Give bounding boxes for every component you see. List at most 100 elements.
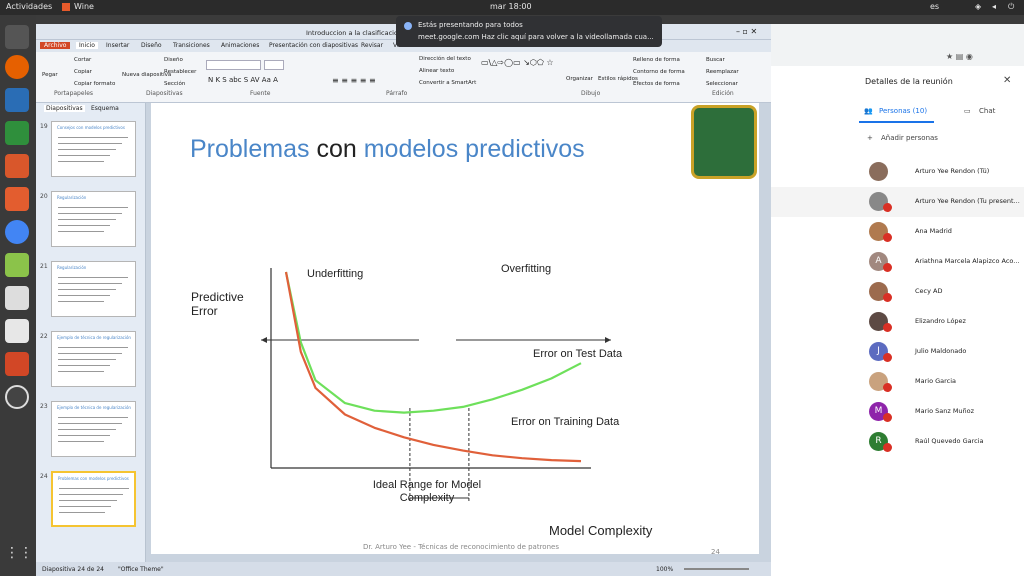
zoom-level[interactable]: 100% xyxy=(656,566,673,573)
select-button[interactable]: Seleccionar xyxy=(706,81,738,87)
clock[interactable]: mar 18:00 xyxy=(490,2,532,11)
participant-row[interactable]: Mario Garcia xyxy=(771,367,1024,397)
participant-row[interactable]: Arturo Yee Rendon (Tu present... xyxy=(771,187,1024,217)
font-format-buttons[interactable]: N K S abc S AV Aa A xyxy=(208,76,278,84)
quick-styles-button[interactable]: Estilos rápidos xyxy=(598,76,638,82)
presenting-notification[interactable]: Estás presentando para todos meet.google… xyxy=(396,16,662,47)
power-icon[interactable]: ⏻ xyxy=(1008,2,1014,12)
university-logo xyxy=(691,105,757,179)
thumb-title: Ejemplo de técnica de regularización xyxy=(57,405,131,410)
participant-name: Raúl Quevedo Garcia xyxy=(915,437,984,445)
cut-button[interactable]: Cortar xyxy=(74,57,91,63)
copy-button[interactable]: Copiar xyxy=(74,69,92,75)
font-name-box[interactable] xyxy=(206,60,261,70)
thumb-title: Regularización xyxy=(57,265,87,270)
thumb-number: 23 xyxy=(40,403,48,410)
underfitting-label: Underfitting xyxy=(307,268,364,280)
slide-thumbnail[interactable]: Ejemplo de técnica de regularización xyxy=(51,401,136,457)
update-icon[interactable] xyxy=(5,385,29,409)
slide-thumbnail[interactable]: Regularización xyxy=(51,191,136,247)
slide-thumbnail[interactable]: Ejemplo de técnica de regularización xyxy=(51,331,136,387)
tab-animations[interactable]: Animaciones xyxy=(221,42,259,49)
activities-button[interactable]: Actividades xyxy=(6,2,52,11)
paste-button[interactable]: Pegar xyxy=(42,72,58,78)
smartart-button[interactable]: Convertir a SmartArt xyxy=(419,80,476,86)
tab-chat[interactable]: Chat xyxy=(979,107,995,115)
terminal-icon[interactable] xyxy=(5,25,29,49)
tab-review[interactable]: Revisar xyxy=(361,42,383,49)
language-indicator[interactable]: es xyxy=(930,2,939,11)
tab-outline[interactable]: Esquema xyxy=(91,105,119,112)
format-painter-button[interactable]: Copiar formato xyxy=(74,81,115,87)
shape-fill-button[interactable]: Relleno de forma xyxy=(633,57,680,63)
browser-toolbar: ★ ▤ ◉ xyxy=(771,24,1024,66)
thumb-text-line xyxy=(58,161,104,162)
files-icon[interactable] xyxy=(5,253,29,277)
participant-row[interactable]: Arturo Yee Rendon (Tú) xyxy=(771,157,1024,187)
powerpoint-icon[interactable] xyxy=(5,352,29,376)
volume-icon[interactable]: ◂ xyxy=(992,2,996,11)
firefox-icon[interactable] xyxy=(5,55,29,79)
thumb-text-line xyxy=(59,488,129,489)
reset-button[interactable]: Restablecer xyxy=(164,69,196,75)
participant-row[interactable]: Cecy AD xyxy=(771,277,1024,307)
series-line-1 xyxy=(284,271,582,463)
app-menu[interactable]: Wine xyxy=(74,2,94,11)
text-direction-button[interactable]: Dirección del texto xyxy=(419,56,471,62)
participant-name: Ana Madrid xyxy=(915,227,952,235)
font-size-box[interactable] xyxy=(264,60,284,70)
show-apps-icon[interactable]: ⋮⋮ xyxy=(5,545,33,569)
zoom-slider[interactable] xyxy=(684,568,749,570)
add-people-button[interactable]: Añadir personas xyxy=(881,134,938,142)
thumb-number: 20 xyxy=(40,193,48,200)
chrome-icon[interactable] xyxy=(5,220,29,244)
slide-canvas[interactable]: Problemas con modelos predictivos Predic… xyxy=(151,103,759,556)
tab-file[interactable]: Archivo xyxy=(40,42,71,49)
slide-thumbnail[interactable]: Regularización xyxy=(51,261,136,317)
app-icon[interactable] xyxy=(5,286,29,310)
align-text-button[interactable]: Alinear texto xyxy=(419,68,454,74)
arrange-button[interactable]: Organizar xyxy=(566,76,593,82)
tab-people[interactable]: Personas (10) xyxy=(879,107,927,115)
window-controls[interactable]: – ▫ ✕ xyxy=(736,27,757,36)
slide-thumbnail[interactable]: Consejos con modelos predictivos xyxy=(51,121,136,177)
tab-design[interactable]: Diseño xyxy=(141,42,162,49)
slide-thumbnail[interactable]: Problemas con modelos predictivos xyxy=(51,471,136,527)
series-line-0 xyxy=(284,271,582,414)
ideal-range-label: Ideal Range for Model Complexity xyxy=(372,479,482,504)
shape-effects-button[interactable]: Efectos de forma xyxy=(633,81,680,87)
writer-icon[interactable] xyxy=(5,88,29,112)
participant-row[interactable]: M Mario Sanz Muñoz xyxy=(771,397,1024,427)
thumb-text-line xyxy=(58,231,104,232)
participant-row[interactable]: J Julio Maldonado xyxy=(771,337,1024,367)
y-axis-label: Predictive Error xyxy=(191,290,244,318)
network-icon[interactable]: ◈ xyxy=(975,2,981,11)
tab-home[interactable]: Inicio xyxy=(76,42,98,49)
participant-name: Mario Sanz Muñoz xyxy=(915,407,975,415)
replace-button[interactable]: Reemplazar xyxy=(706,69,739,75)
thumb-text-line xyxy=(58,353,122,354)
participant-row[interactable]: Elizandro López xyxy=(771,307,1024,337)
paragraph-buttons[interactable]: ≡ ≡ ≡ ≡ ≡ xyxy=(332,76,376,85)
section-button[interactable]: Sección xyxy=(164,81,185,87)
tab-transitions[interactable]: Transiciones xyxy=(173,42,210,49)
layout-button[interactable]: Diseño xyxy=(164,57,183,63)
impress-icon[interactable] xyxy=(5,154,29,178)
participant-row[interactable]: Ana Madrid xyxy=(771,217,1024,247)
acrobat-icon[interactable] xyxy=(5,319,29,343)
participant-row[interactable]: R Raúl Quevedo Garcia xyxy=(771,427,1024,457)
calc-icon[interactable] xyxy=(5,121,29,145)
shapes-gallery[interactable]: ▭\△⇨◯▭ ↘⬡⬠ ☆ xyxy=(481,58,554,67)
tab-insert[interactable]: Insertar xyxy=(106,42,129,49)
tab-slides[interactable]: Diapositivas xyxy=(44,105,85,112)
tab-slideshow[interactable]: Presentación con diapositivas xyxy=(269,42,358,49)
shape-outline-button[interactable]: Contorno de forma xyxy=(633,69,685,75)
thumb-text-line xyxy=(59,500,117,501)
software-icon[interactable] xyxy=(5,187,29,211)
find-button[interactable]: Buscar xyxy=(706,57,725,63)
participant-row[interactable]: A Ariathna Marcela Alapizco Aco... xyxy=(771,247,1024,277)
thumb-text-line xyxy=(58,207,128,208)
thumb-text-line xyxy=(58,137,128,138)
close-icon[interactable]: ✕ xyxy=(1003,75,1011,86)
browser-icons[interactable]: ★ ▤ ◉ xyxy=(946,52,973,61)
